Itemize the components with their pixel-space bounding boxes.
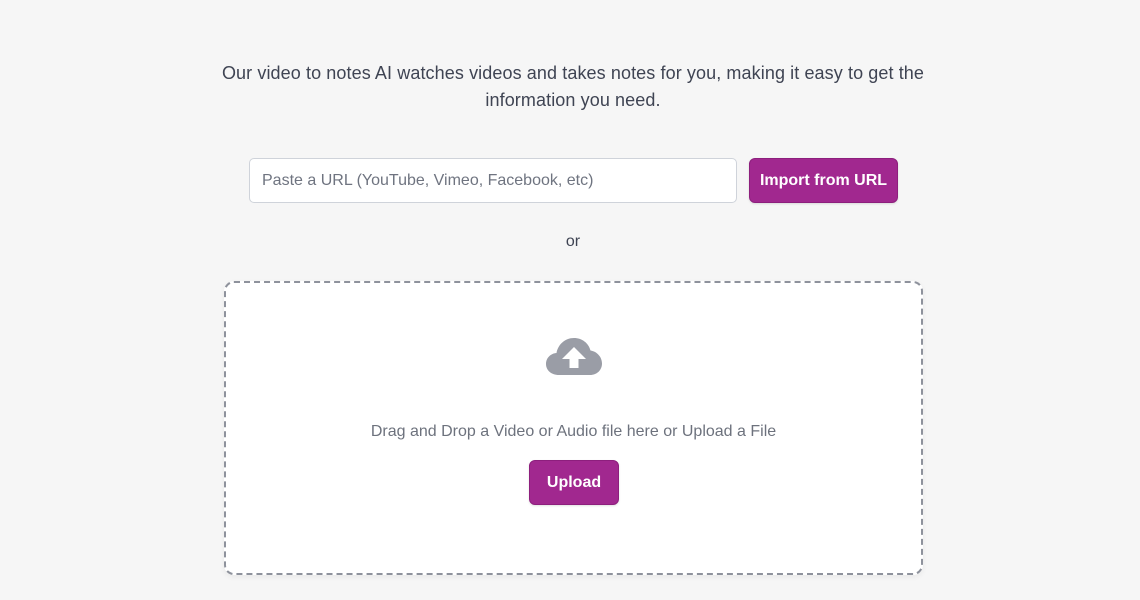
url-input[interactable] xyxy=(249,158,737,203)
import-from-url-button[interactable]: Import from URL xyxy=(749,158,898,203)
or-separator: or xyxy=(565,233,581,250)
dropzone-instructions: Drag and Drop a Video or Audio file here… xyxy=(370,423,777,440)
intro-text: Our video to notes AI watches videos and… xyxy=(221,63,925,110)
url-import-row: Import from URL xyxy=(249,158,899,203)
cloud-upload-icon xyxy=(546,337,602,377)
file-dropzone[interactable]: Drag and Drop a Video or Audio file here… xyxy=(224,281,923,575)
upload-button[interactable]: Upload xyxy=(529,460,619,505)
